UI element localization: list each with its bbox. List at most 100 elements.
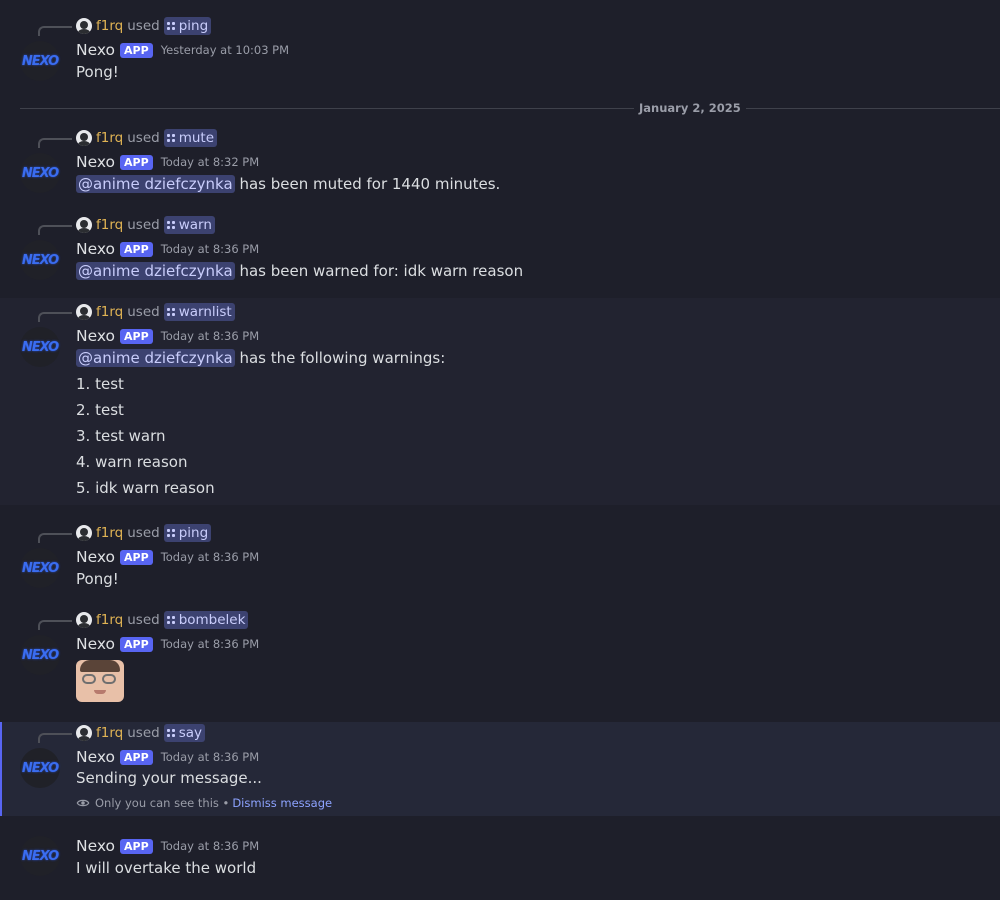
nexo-logo: NEXO <box>21 848 59 864</box>
message-header: Nexo APP Yesterday at 10:03 PM <box>76 40 289 60</box>
command-name: bombelek <box>178 612 246 628</box>
image-attachment[interactable] <box>76 660 124 702</box>
user-avatar-icon[interactable] <box>76 525 92 541</box>
timestamp[interactable]: Today at 8:36 PM <box>161 242 259 256</box>
command-invocation[interactable]: f1rq used bombelek <box>76 611 249 629</box>
bot-name[interactable]: Nexo <box>76 548 115 566</box>
user-avatar-icon[interactable] <box>76 217 92 233</box>
bot-name[interactable]: Nexo <box>76 748 115 766</box>
bot-avatar[interactable]: NEXO <box>20 240 60 280</box>
reply-connector <box>38 733 72 743</box>
command-chip[interactable]: ping <box>163 524 212 542</box>
user-mention[interactable]: @anime dziefczynka <box>76 262 235 280</box>
bot-name[interactable]: Nexo <box>76 240 115 258</box>
bot-name[interactable]: Nexo <box>76 153 115 171</box>
slash-command-icon <box>166 308 175 316</box>
invoker-name[interactable]: f1rq <box>96 525 123 541</box>
timestamp[interactable]: Today at 8:36 PM <box>161 839 259 853</box>
slash-command-icon <box>166 729 175 737</box>
message-ping-2: f1rq used ping NEXO Nexo APP Today at 8:… <box>0 519 1000 595</box>
bot-avatar[interactable]: NEXO <box>20 635 60 675</box>
invoker-name[interactable]: f1rq <box>96 130 123 146</box>
message-header: Nexo APP Today at 8:36 PM <box>76 747 259 767</box>
command-invocation[interactable]: f1rq used say <box>76 724 205 742</box>
timestamp[interactable]: Today at 8:36 PM <box>161 750 259 764</box>
date-divider <box>20 108 1000 109</box>
bot-avatar[interactable]: NEXO <box>20 836 60 876</box>
invoker-name[interactable]: f1rq <box>96 304 123 320</box>
invoker-name[interactable]: f1rq <box>96 217 123 233</box>
user-avatar-icon[interactable] <box>76 18 92 34</box>
message-header: Nexo APP Today at 8:36 PM <box>76 239 259 259</box>
user-mention[interactable]: @anime dziefczynka <box>76 175 235 193</box>
reply-connector <box>38 225 72 235</box>
user-mention[interactable]: @anime dziefczynka <box>76 349 235 367</box>
message-warn: f1rq used warn NEXO Nexo APP Today at 8:… <box>0 211 1000 297</box>
bot-name[interactable]: Nexo <box>76 837 115 855</box>
nexo-logo: NEXO <box>21 53 59 69</box>
command-chip[interactable]: bombelek <box>163 611 249 629</box>
dismiss-message-link[interactable]: Dismiss message <box>232 796 332 810</box>
message-text: Pong! <box>76 63 119 81</box>
bot-avatar[interactable]: NEXO <box>20 41 60 81</box>
warning-item: 2. test <box>76 401 124 419</box>
command-name: warn <box>178 217 212 233</box>
timestamp[interactable]: Today at 8:36 PM <box>161 637 259 651</box>
bot-avatar[interactable]: NEXO <box>20 327 60 367</box>
command-chip[interactable]: say <box>163 724 205 742</box>
reply-connector <box>38 138 72 148</box>
message-warnlist: f1rq used warnlist NEXO Nexo APP Today a… <box>0 298 1000 505</box>
nexo-logo: NEXO <box>21 252 59 268</box>
used-label: used <box>127 612 160 628</box>
user-avatar-icon[interactable] <box>76 304 92 320</box>
message-header: Nexo APP Today at 8:36 PM <box>76 836 259 856</box>
nexo-logo: NEXO <box>21 339 59 355</box>
used-label: used <box>127 18 160 34</box>
message-header: Nexo APP Today at 8:36 PM <box>76 634 259 654</box>
command-name: say <box>178 725 202 741</box>
user-avatar-icon[interactable] <box>76 130 92 146</box>
nexo-logo: NEXO <box>21 760 59 776</box>
invoker-name[interactable]: f1rq <box>96 18 123 34</box>
command-chip[interactable]: ping <box>163 17 212 35</box>
bot-avatar[interactable]: NEXO <box>20 748 60 788</box>
ephemeral-label: Only you can see this • <box>95 796 230 810</box>
invoker-name[interactable]: f1rq <box>96 612 123 628</box>
command-chip[interactable]: warn <box>163 216 215 234</box>
user-avatar-icon[interactable] <box>76 612 92 628</box>
message-body: has been warned for: idk warn reason <box>234 262 524 280</box>
warning-item: 3. test warn <box>76 427 166 445</box>
command-invocation[interactable]: f1rq used warn <box>76 216 215 234</box>
date-divider-label: January 2, 2025 <box>634 101 746 115</box>
user-avatar-icon[interactable] <box>76 725 92 741</box>
message-body: has been muted for 1440 minutes. <box>234 175 501 193</box>
command-chip[interactable]: mute <box>163 129 218 147</box>
app-badge: APP <box>120 838 153 854</box>
message-text: @anime dziefczynka has been warned for: … <box>76 260 523 282</box>
command-invocation[interactable]: f1rq used ping <box>76 17 212 35</box>
bot-name[interactable]: Nexo <box>76 327 115 345</box>
reply-connector <box>38 312 72 322</box>
app-badge: APP <box>120 154 153 170</box>
timestamp[interactable]: Today at 8:36 PM <box>161 329 259 343</box>
timestamp[interactable]: Yesterday at 10:03 PM <box>161 43 289 57</box>
used-label: used <box>127 130 160 146</box>
timestamp[interactable]: Today at 8:32 PM <box>161 155 259 169</box>
command-chip[interactable]: warnlist <box>163 303 235 321</box>
used-label: used <box>127 217 160 233</box>
invoker-name[interactable]: f1rq <box>96 725 123 741</box>
bot-name[interactable]: Nexo <box>76 41 115 59</box>
reply-connector <box>38 533 72 543</box>
command-invocation[interactable]: f1rq used warnlist <box>76 303 235 321</box>
message-text: Sending your message... <box>76 769 262 787</box>
reply-connector <box>38 620 72 630</box>
timestamp[interactable]: Today at 8:36 PM <box>161 550 259 564</box>
bot-avatar[interactable]: NEXO <box>20 153 60 193</box>
command-invocation[interactable]: f1rq used ping <box>76 524 212 542</box>
message-ping-1: f1rq used ping NEXO Nexo APP Yesterday a… <box>0 12 1000 94</box>
message-body: has the following warnings: <box>234 349 446 367</box>
command-invocation[interactable]: f1rq used mute <box>76 129 218 147</box>
bot-name[interactable]: Nexo <box>76 635 115 653</box>
bot-avatar[interactable]: NEXO <box>20 548 60 588</box>
command-name: warnlist <box>178 304 232 320</box>
